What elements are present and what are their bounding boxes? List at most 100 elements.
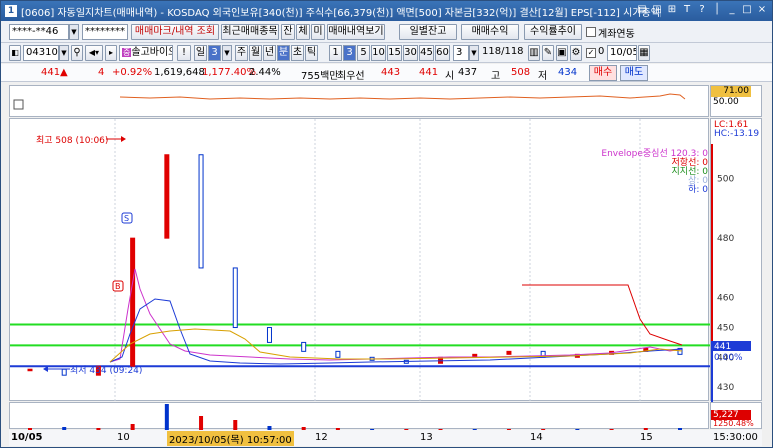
candle xyxy=(164,154,170,239)
buy-marker: B xyxy=(112,280,124,292)
buy-button[interactable]: 매수 xyxy=(589,65,617,81)
calendar-icon[interactable]: ▦ xyxy=(638,45,650,61)
trade-amount: 755백만 xyxy=(301,71,339,82)
volume-pane[interactable] xyxy=(9,402,709,430)
volume-bar xyxy=(164,404,169,430)
interval-60[interactable]: 60 xyxy=(435,45,450,61)
trade-mark-button[interactable]: 매매마크/내역 조회 xyxy=(131,24,219,40)
x-label-date: 10/05 xyxy=(11,432,43,443)
volume: 1,619,648 xyxy=(154,67,205,78)
period-second[interactable]: 초 xyxy=(291,45,304,61)
window-controls: ▤ ◳ ⊞ T ? │ _ □ × xyxy=(636,4,768,16)
pane-toggle-icon[interactable] xyxy=(13,99,24,110)
volume-pct-tag: 1250.48% xyxy=(713,419,754,428)
stock-name-text: 솔고바이오 xyxy=(131,47,173,58)
profit-trend-button[interactable]: 수익률추이 xyxy=(524,24,582,40)
volume-bar xyxy=(233,420,238,430)
balance-button[interactable]: 잔 xyxy=(281,24,295,40)
title-bar: 1 [0606] 자동일지차트(매매내역) - KOSDAQ 외국인보유[340… xyxy=(1,1,772,21)
minimize-icon[interactable]: _ xyxy=(726,4,738,16)
period-day[interactable]: 일 xyxy=(194,45,207,61)
hc-label: HC:-13.19 xyxy=(714,129,759,139)
price-axis-svg: LC:1.61 HC:-13.19 500480460450440430 441… xyxy=(711,120,759,402)
stock-toolbar: ◧ 043100 ▼ ⚲ ◀▾ ▸ 중솔고바이오 ! 일 3 ▼ 주 월 년 분… xyxy=(1,43,772,63)
count-dropdown-icon[interactable]: ▼ xyxy=(469,45,479,61)
current-pct-tag: 0.00% xyxy=(714,353,743,363)
interval-30[interactable]: 30 xyxy=(403,45,418,61)
period-week[interactable]: 주 xyxy=(235,45,248,61)
price-change-pct: +0.92% xyxy=(112,67,153,78)
maximize-icon[interactable]: □ xyxy=(741,4,753,16)
window-title: [0606] 자동일지차트(매매내역) - KOSDAQ 외국인보유[340(천… xyxy=(21,8,661,19)
restore-icon[interactable]: ◳ xyxy=(651,4,663,16)
candle xyxy=(130,237,136,367)
high-label: 고 xyxy=(491,71,501,82)
interval-5[interactable]: 5 xyxy=(357,45,370,61)
separator: │ xyxy=(713,4,721,15)
tool-icon[interactable]: ✎ xyxy=(542,45,554,61)
axis-tick-label: 480 xyxy=(717,234,734,244)
period-month[interactable]: 월 xyxy=(249,45,262,61)
speaker-icon[interactable]: ◀▾ xyxy=(85,45,103,61)
interval-45[interactable]: 45 xyxy=(419,45,434,61)
daily-balance-button[interactable]: 일별잔고 xyxy=(399,24,457,40)
trade-profit-button[interactable]: 매매수익 xyxy=(461,24,519,40)
password-field[interactable]: ******** xyxy=(82,24,128,40)
unfilled-button[interactable]: 미 xyxy=(311,24,325,40)
high-price: 508 xyxy=(511,67,531,78)
date-checkbox[interactable]: ✓ xyxy=(586,48,596,58)
sell-button[interactable]: 매도 xyxy=(620,65,648,81)
indicator-axis-label: 50.00 xyxy=(713,97,739,107)
stock-name-field[interactable]: 중솔고바이오 xyxy=(119,45,173,61)
interval-3[interactable]: 3 xyxy=(343,45,356,61)
stock-code-field[interactable]: 043100 xyxy=(23,45,59,61)
low-label: 저 xyxy=(538,71,548,82)
search-icon[interactable]: ⚲ xyxy=(71,45,83,61)
candle xyxy=(27,368,33,372)
cursor-time-label: 2023/10/05(목) 10:57:00 xyxy=(167,431,294,446)
right-red-line xyxy=(522,284,683,346)
candle xyxy=(198,154,204,269)
indicator-pane[interactable] xyxy=(9,85,709,117)
account-field[interactable]: ****-**46 xyxy=(9,24,69,40)
stock-code-dropdown-icon[interactable]: ▼ xyxy=(59,45,69,61)
date-field[interactable]: 10/05 xyxy=(607,45,637,61)
interval-10[interactable]: 10 xyxy=(371,45,386,61)
chart-icon[interactable]: ▥ xyxy=(528,45,540,61)
range-label: 118/118 xyxy=(482,46,524,57)
candle xyxy=(335,350,341,358)
checkbox-value: 0 xyxy=(598,46,605,57)
account-link-checkbox[interactable] xyxy=(586,27,596,37)
period-tick[interactable]: 틱 xyxy=(305,45,318,61)
candle xyxy=(266,327,272,343)
prev-icon[interactable]: ▸ xyxy=(105,45,117,61)
time-axis: 10/05 10 2023/10/05(목) 10:57:00 12 13 14… xyxy=(9,430,762,446)
gear-icon[interactable]: ⚙ xyxy=(570,45,582,61)
alert-button[interactable]: ! xyxy=(177,45,191,61)
indicator-value-tag: 71.00 xyxy=(711,86,751,97)
sell-marker-label: S xyxy=(124,214,129,223)
help-icon[interactable]: ? xyxy=(696,4,708,16)
executed-button[interactable]: 체 xyxy=(296,24,310,40)
period-dropdown-icon[interactable]: ▼ xyxy=(222,45,232,61)
period-minute[interactable]: 분 xyxy=(277,45,290,61)
trade-history-button[interactable]: 매매내역보기 xyxy=(327,24,385,40)
layout-icon[interactable]: ▤ xyxy=(636,4,648,16)
save-icon[interactable]: ▣ xyxy=(556,45,568,61)
stock-badge-icon: 중 xyxy=(122,48,132,57)
current-price-tag: 441 xyxy=(714,342,731,352)
recent-items-button[interactable]: 최근매매종목 xyxy=(221,24,279,40)
grid-icon[interactable]: ⊞ xyxy=(666,4,678,16)
period-count[interactable]: 3 xyxy=(208,45,221,61)
best-label: 최우선 xyxy=(337,71,365,82)
account-dropdown-icon[interactable]: ▼ xyxy=(69,24,79,40)
interval-15[interactable]: 15 xyxy=(387,45,402,61)
count-field[interactable]: 3 xyxy=(453,45,469,61)
period-year[interactable]: 년 xyxy=(263,45,276,61)
close-icon[interactable]: × xyxy=(756,4,768,16)
text-icon[interactable]: T xyxy=(681,4,693,16)
layout-icon[interactable]: ◧ xyxy=(9,45,21,61)
axis-tick-label: 460 xyxy=(717,294,734,304)
price-chart-pane[interactable]: 최고 508 (10:06) 최저 434 (09:24) B S Envelo… xyxy=(9,118,710,402)
interval-1[interactable]: 1 xyxy=(329,45,342,61)
